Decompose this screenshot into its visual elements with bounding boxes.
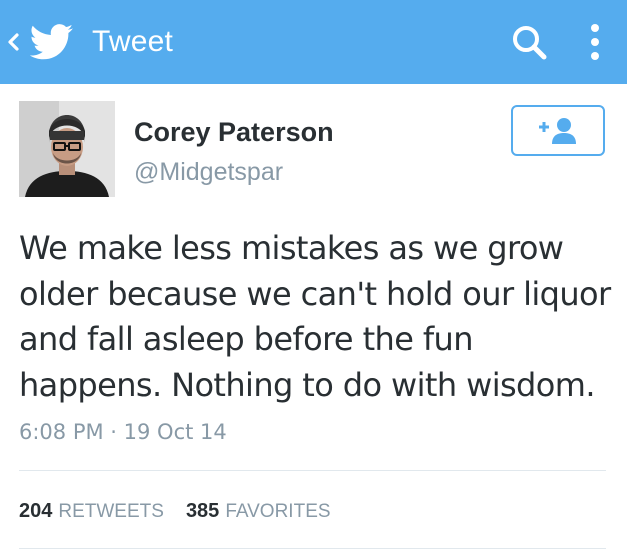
chevron-left-icon: [8, 33, 19, 51]
retweets-count[interactable]: 204: [19, 500, 52, 523]
back-button[interactable]: [0, 0, 74, 84]
author-handle[interactable]: @Midgetspar: [134, 158, 283, 187]
author-name[interactable]: Corey Paterson: [134, 117, 334, 148]
screen-title: Tweet: [92, 25, 174, 58]
favorites-label[interactable]: FAVORITES: [225, 501, 330, 523]
avatar-image: [19, 101, 115, 197]
follow-button[interactable]: [511, 105, 605, 156]
divider: [19, 548, 606, 549]
twitter-bird-icon: [30, 24, 73, 60]
overflow-menu-icon[interactable]: [589, 20, 601, 64]
search-icon[interactable]: [509, 22, 549, 62]
retweets-label[interactable]: RETWEETS: [58, 501, 164, 523]
avatar[interactable]: [19, 101, 115, 197]
add-user-icon: [539, 117, 576, 144]
tweet-timestamp: 6:08 PM · 19 Oct 14: [19, 420, 227, 444]
favorites-count[interactable]: 385: [186, 500, 219, 523]
app-bar: Tweet: [0, 0, 627, 84]
engagement-stats: 204 RETWEETS 385 FAVORITES: [19, 500, 331, 523]
tweet-text: We make less mistakes as we grow older b…: [19, 229, 611, 404]
divider: [19, 470, 606, 471]
